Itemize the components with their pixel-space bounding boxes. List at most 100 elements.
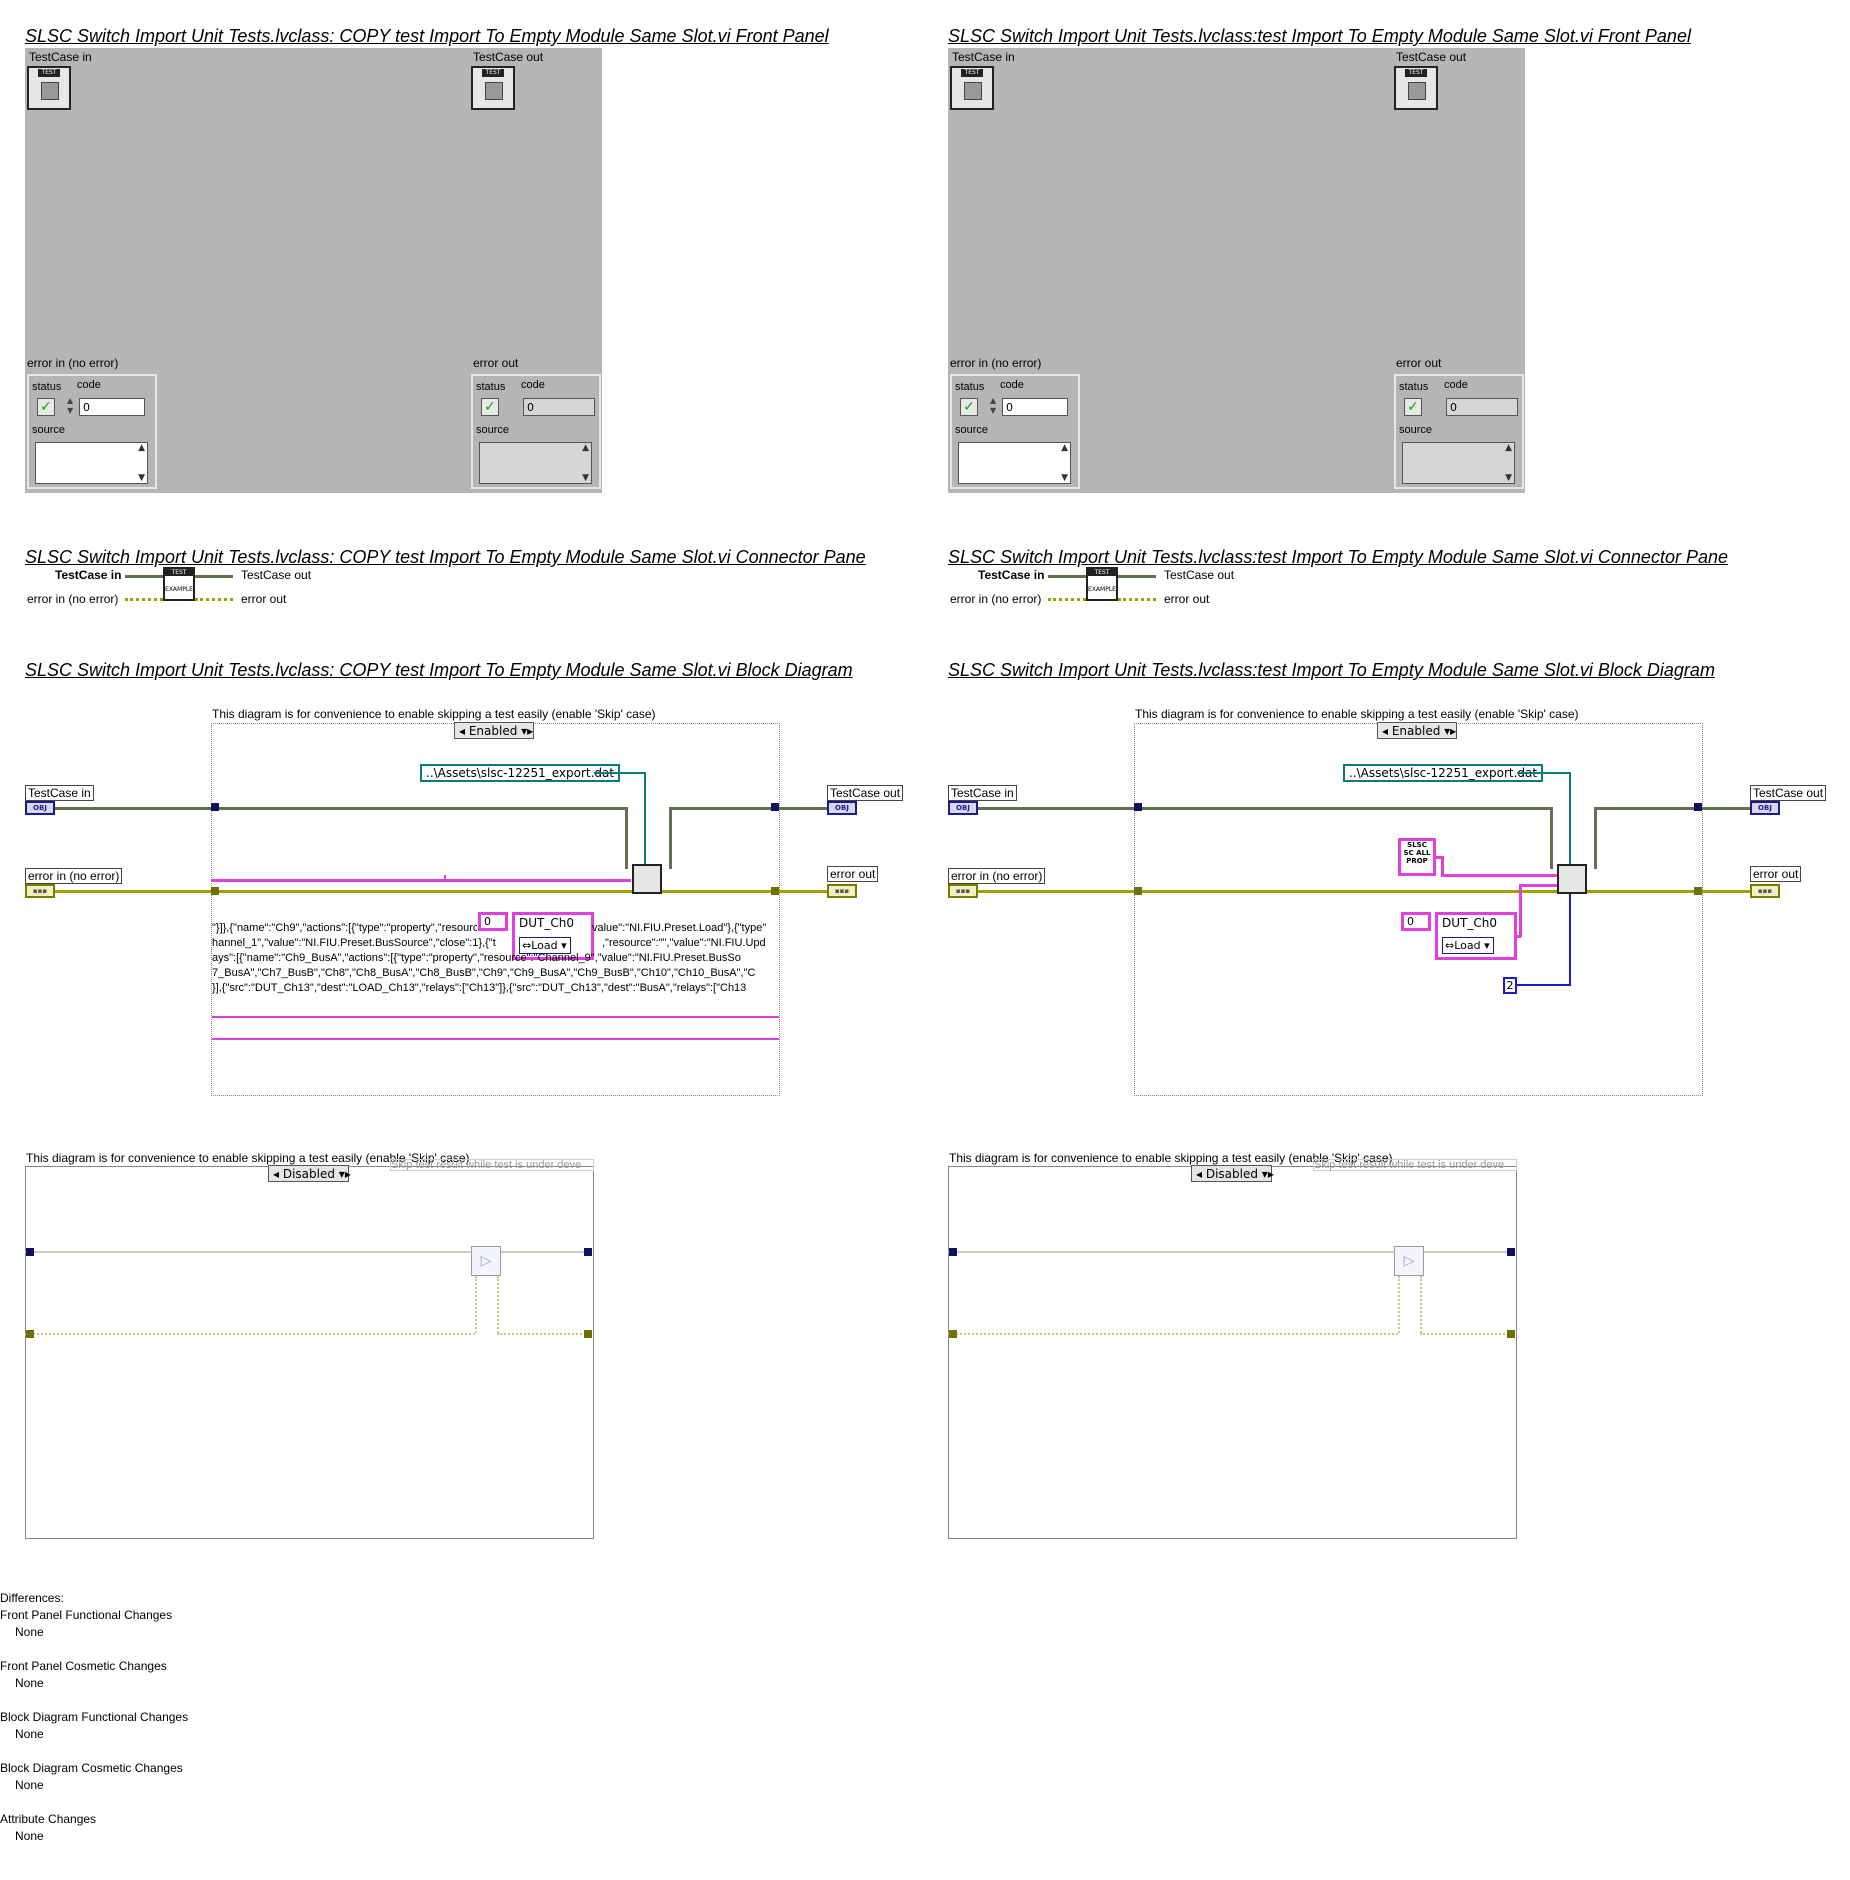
code-label: code: [1000, 379, 1024, 391]
channel-name: DUT_Ch0: [1442, 916, 1497, 930]
obj-wire-up: [669, 807, 672, 869]
right-block-diagram-title: SLSC Switch Import Unit Tests.lvclass:te…: [948, 660, 1715, 680]
obj-wire-out: [1594, 807, 1750, 810]
cp-testcase-out-label: TestCase out: [241, 568, 312, 582]
test-vi-node[interactable]: [1557, 864, 1587, 894]
obj-wire-down: [625, 807, 628, 869]
scroll-down-icon[interactable]: ▼: [138, 473, 145, 483]
skip-vi-node[interactable]: ▷: [471, 1246, 501, 1276]
diff-item-value: None: [15, 1829, 44, 1843]
case-selector-disabled[interactable]: ◂ Disabled ▾▸: [1191, 1165, 1274, 1182]
left-block-diagram-title: SLSC Switch Import Unit Tests.lvclass: C…: [25, 660, 853, 680]
code-increment-icon[interactable]: ▲ ▼: [990, 396, 1000, 416]
source-label: source: [1399, 424, 1433, 436]
testcase-in-control[interactable]: TEST: [950, 66, 994, 110]
json-line-tail: ,"resource":"","value":"NI.FIU.Upd: [602, 937, 766, 949]
skip-vi-node[interactable]: ▷: [1394, 1246, 1424, 1276]
json-string-constant: "}]},{"name":"Ch9","actions":[{"type":"p…: [212, 922, 778, 1000]
test-vi-node[interactable]: [632, 864, 662, 894]
channel-cluster[interactable]: DUT_Ch0 ⇔Load ▾: [1435, 912, 1517, 960]
source-input[interactable]: ▲ ▼: [958, 442, 1071, 484]
obj-wire-down: [1550, 807, 1553, 869]
source-input[interactable]: ▲ ▼: [35, 442, 148, 484]
num-constant[interactable]: 0: [1401, 912, 1431, 931]
obj-wire-disabled: [25, 1251, 590, 1253]
code-label: code: [521, 379, 545, 391]
testcase-out-indicator: TEST: [1394, 66, 1438, 110]
path-wire: [594, 772, 644, 774]
status-checkbox[interactable]: ✓: [960, 398, 978, 416]
tunnel: [1134, 887, 1142, 895]
pink-wire: [1441, 874, 1557, 877]
error-wire-disabled: [25, 1333, 475, 1335]
scroll-up-icon[interactable]: ▲: [1061, 443, 1068, 453]
diff-item-value: None: [15, 1778, 44, 1792]
testcase-out-terminal[interactable]: OBJ: [827, 801, 857, 815]
pink-line: [212, 1038, 779, 1040]
testcase-in-terminal[interactable]: OBJ: [948, 801, 978, 815]
scroll-down-icon[interactable]: ▼: [1505, 473, 1512, 483]
scroll-up-icon[interactable]: ▲: [138, 443, 145, 453]
testcase-in-terminal[interactable]: OBJ: [25, 801, 55, 815]
case-selector-enabled[interactable]: ◂ Enabled ▾▸: [1377, 722, 1457, 739]
tunnel: [1694, 887, 1702, 895]
tunnel: [584, 1248, 592, 1256]
bd-testcase-in-label: TestCase in: [25, 785, 94, 801]
scroll-down-icon[interactable]: ▼: [582, 473, 589, 483]
right-front-panel-title: SLSC Switch Import Unit Tests.lvclass:te…: [948, 26, 1691, 46]
error-wire-disabled-up: [1398, 1276, 1400, 1333]
diff-item-title: Attribute Changes: [0, 1812, 97, 1826]
cp-error-out-label: error out: [1164, 592, 1210, 606]
bd-error-out-label: error out: [827, 866, 879, 882]
left-connector-pane: TestCase in TEST EXAMPLE TestCase out err…: [25, 567, 325, 607]
blue-wire-up: [1569, 894, 1571, 986]
path-constant[interactable]: ..\Assets\slsc-12251_export.dat: [420, 764, 621, 782]
path-wire-down: [1569, 772, 1571, 864]
pink-line: [212, 1016, 779, 1018]
testcase-out-indicator: TEST: [471, 66, 515, 110]
testcase-in-control[interactable]: TEST: [27, 66, 71, 110]
source-label: source: [476, 424, 510, 436]
json-line-tail: value":"NI.FIU.Preset.Load"},{"type": [592, 922, 767, 934]
testcase-out-label: TestCase out: [1396, 50, 1467, 64]
case-selector-disabled[interactable]: ◂ Disabled ▾▸: [268, 1165, 351, 1182]
tunnel: [1507, 1330, 1515, 1338]
code-input[interactable]: 0: [79, 398, 145, 416]
num-constant-two[interactable]: 2: [1503, 977, 1517, 994]
cp-obj-wire-out: [195, 575, 233, 578]
bd-testcase-in-label: TestCase in: [948, 785, 1017, 801]
cp-testcase-in-label: TestCase in: [978, 568, 1045, 582]
error-out-terminal[interactable]: ▪▪▪: [827, 884, 857, 898]
action-enum[interactable]: ⇔Load ▾: [1442, 937, 1494, 954]
status-label: status: [955, 381, 985, 393]
tunnel: [771, 887, 779, 895]
code-increment-icon[interactable]: ▲ ▼: [67, 396, 77, 416]
error-in-terminal[interactable]: ▪▪▪: [948, 884, 978, 898]
error-in-label: error in (no error): [950, 356, 1042, 370]
diff-item-title: Block Diagram Cosmetic Changes: [0, 1761, 183, 1775]
code-label: code: [1444, 379, 1468, 391]
tunnel: [1694, 803, 1702, 811]
error-out-terminal[interactable]: ▪▪▪: [1750, 884, 1780, 898]
error-out-cluster: status code ✓ 0 source ▲ ▼: [471, 374, 601, 489]
cp-vi-icon: TEST EXAMPLE: [1086, 567, 1118, 601]
scroll-down-icon[interactable]: ▼: [1061, 473, 1068, 483]
slsc-property-constant[interactable]: SLSC SC ALL PROP: [1398, 838, 1436, 876]
status-checkbox[interactable]: ✓: [37, 398, 55, 416]
diff-item-title: Front Panel Functional Changes: [0, 1608, 173, 1622]
tunnel: [949, 1330, 957, 1338]
error-in-terminal[interactable]: ▪▪▪: [25, 884, 55, 898]
tunnel: [26, 1330, 34, 1338]
tunnel: [211, 803, 219, 811]
code-input[interactable]: 0: [1002, 398, 1068, 416]
differences-heading: Differences:: [0, 1591, 64, 1605]
scroll-up-icon[interactable]: ▲: [1505, 443, 1512, 453]
case-selector-enabled[interactable]: ◂ Enabled ▾▸: [454, 722, 534, 739]
testcase-out-terminal[interactable]: OBJ: [1750, 801, 1780, 815]
status-label: status: [476, 381, 506, 393]
scroll-up-icon[interactable]: ▲: [582, 443, 589, 453]
diff-item-value: None: [15, 1727, 44, 1741]
error-in-cluster: status code ✓ ▲ ▼ 0 source ▲ ▼: [950, 374, 1080, 489]
json-line: "}]},{"name":"Ch9","actions":[{"type":"p…: [212, 922, 477, 934]
path-constant[interactable]: ..\Assets\slsc-12251_export.dat: [1343, 764, 1544, 782]
